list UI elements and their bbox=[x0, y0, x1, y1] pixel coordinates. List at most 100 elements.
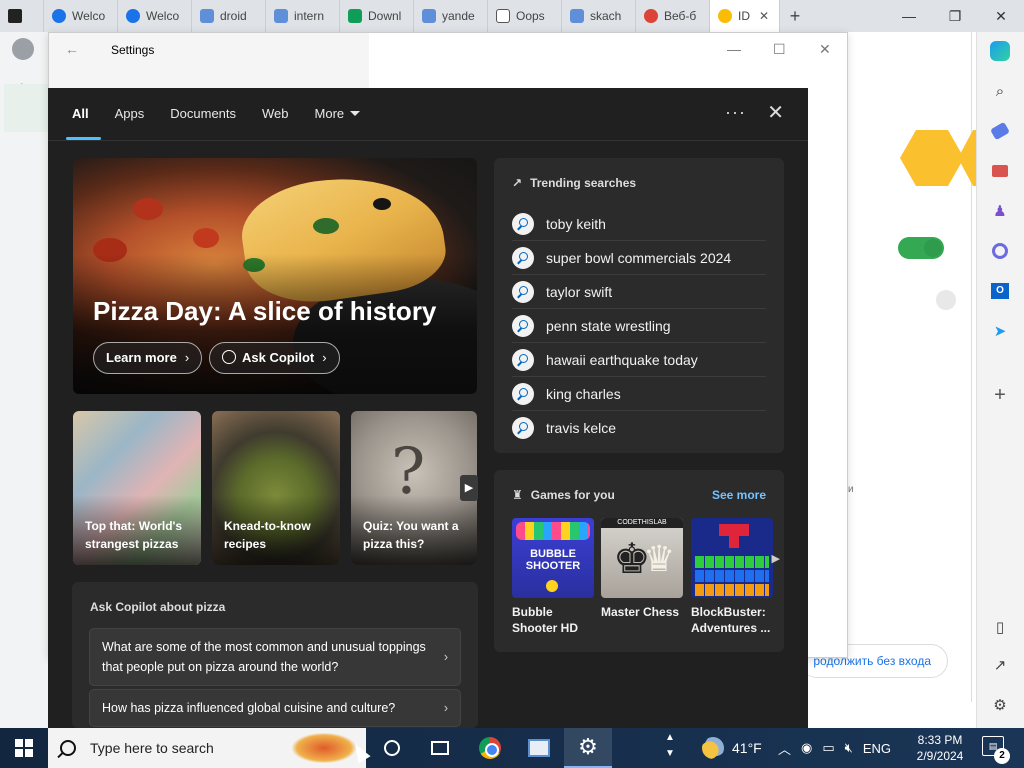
new-tab-icon[interactable]: + bbox=[780, 6, 810, 27]
tab-web[interactable]: Web bbox=[262, 88, 289, 140]
browser-tab[interactable]: yande bbox=[414, 0, 488, 32]
taskbar: Type here to search ⚙ ▲ ▼ 41°F ︿ ◉ ▭ 🔇︎ E… bbox=[0, 728, 1024, 768]
browser-tab[interactable] bbox=[0, 0, 44, 32]
tab-favicon-icon bbox=[644, 9, 658, 23]
trending-item[interactable]: hawaii earthquake today bbox=[512, 343, 766, 377]
clock[interactable]: 8:33 PM 2/9/2024 bbox=[912, 732, 968, 764]
maximize-icon[interactable]: ☐ bbox=[773, 41, 786, 58]
add-icon[interactable]: + bbox=[989, 384, 1011, 406]
learn-more-button[interactable]: Learn more › bbox=[93, 342, 203, 374]
game-tile-blockbuster[interactable] bbox=[691, 518, 773, 598]
minimize-icon[interactable]: — bbox=[727, 41, 741, 57]
trending-item[interactable]: travis kelce bbox=[512, 411, 766, 445]
chevron-right-icon: › bbox=[322, 350, 327, 365]
taskbar-search-box[interactable]: Type here to search bbox=[48, 728, 366, 768]
restore-icon[interactable]: ❐ bbox=[932, 0, 978, 32]
browser-window-controls: — ❐ ✕ bbox=[886, 0, 1024, 32]
office-icon[interactable] bbox=[989, 240, 1011, 262]
trending-item[interactable]: super bowl commercials 2024 bbox=[512, 241, 766, 275]
browser-tab[interactable]: Welco bbox=[44, 0, 118, 32]
browser-tab[interactable]: Веб-б bbox=[636, 0, 710, 32]
tab-favicon-icon bbox=[274, 9, 288, 23]
tag-icon[interactable] bbox=[989, 120, 1011, 142]
trending-item[interactable]: penn state wrestling bbox=[512, 309, 766, 343]
search-icon bbox=[512, 314, 534, 337]
browser-tab[interactable]: intern bbox=[266, 0, 340, 32]
news-taskbar-button[interactable] bbox=[515, 728, 563, 768]
settings-icon[interactable]: ⚙ bbox=[989, 694, 1011, 716]
bubble-ball-icon bbox=[546, 580, 558, 592]
sidebar-toggle-icon[interactable]: ▯ bbox=[989, 616, 1011, 638]
dot-shape bbox=[936, 290, 956, 310]
trending-item[interactable]: king charles bbox=[512, 377, 766, 411]
language-indicator[interactable]: ENG bbox=[863, 741, 891, 756]
ask-copilot-panel: Ask Copilot about pizza What are some of… bbox=[72, 582, 478, 728]
hexagon-shape bbox=[900, 130, 964, 186]
games-heading-label: Games for you bbox=[530, 488, 615, 502]
cortana-button[interactable] bbox=[368, 728, 416, 768]
start-button[interactable] bbox=[0, 728, 48, 768]
topping-shape bbox=[193, 228, 219, 248]
browser-tab[interactable]: Welco bbox=[118, 0, 192, 32]
close-icon[interactable]: ✕ bbox=[767, 100, 784, 125]
tab-apps[interactable]: Apps bbox=[115, 88, 145, 140]
game-tile-master-chess[interactable]: CODETHISLAB ♚ ♛ bbox=[601, 518, 683, 598]
gear-icon: ⚙ bbox=[578, 734, 598, 759]
trending-item[interactable]: toby keith bbox=[512, 207, 766, 241]
task-view-button[interactable] bbox=[416, 728, 464, 768]
close-window-icon[interactable]: ✕ bbox=[978, 0, 1024, 32]
news-card[interactable]: ? Quiz: You want a pizza this? bbox=[351, 411, 477, 565]
browser-tab[interactable]: Downl bbox=[340, 0, 414, 32]
divider bbox=[48, 140, 808, 141]
browser-tab[interactable]: skach bbox=[562, 0, 636, 32]
browser-tab-active[interactable]: ID ✕ bbox=[710, 0, 780, 32]
browser-tab[interactable]: droid bbox=[192, 0, 266, 32]
search-icon[interactable]: ⌕ bbox=[989, 80, 1011, 102]
tab-more[interactable]: More bbox=[315, 88, 361, 140]
next-games-arrow-icon[interactable]: ▶ bbox=[772, 552, 780, 565]
next-cards-arrow-icon[interactable]: ▶ bbox=[460, 475, 478, 501]
network-icon[interactable]: ▭ bbox=[822, 740, 834, 756]
copilot-question[interactable]: What are some of the most common and unu… bbox=[89, 628, 461, 686]
news-card[interactable]: Knead-to-know recipes bbox=[212, 411, 340, 565]
chrome-taskbar-button[interactable] bbox=[466, 728, 514, 768]
webcam-icon[interactable]: ◉ bbox=[801, 740, 812, 756]
hero-card[interactable]: Pizza Day: A slice of history Learn more… bbox=[73, 158, 477, 394]
game-tile-bubble-shooter[interactable]: BUBBLE SHOOTER bbox=[512, 518, 594, 598]
weather-widget[interactable]: 41°F bbox=[702, 728, 762, 768]
chat-icon bbox=[222, 350, 236, 364]
copilot-question[interactable]: How has pizza influenced global cuisine … bbox=[89, 689, 461, 727]
tab-all[interactable]: All bbox=[66, 88, 100, 140]
see-more-link[interactable]: See more bbox=[712, 488, 766, 502]
volume-muted-icon[interactable]: 🔇︎ bbox=[845, 740, 853, 756]
send-icon[interactable]: ➤ bbox=[989, 320, 1011, 342]
chevron-right-icon: › bbox=[443, 650, 448, 664]
taskbar-scroll-icon[interactable]: ▲ ▼ bbox=[662, 730, 678, 762]
tab-close-icon[interactable]: ✕ bbox=[759, 9, 769, 23]
back-arrow-icon[interactable]: ← bbox=[65, 41, 79, 57]
close-icon[interactable]: ✕ bbox=[819, 41, 831, 58]
settings-taskbar-button[interactable]: ⚙ bbox=[564, 728, 612, 768]
hero-title: Pizza Day: A slice of history bbox=[93, 296, 437, 326]
profile-avatar-icon[interactable] bbox=[12, 38, 34, 60]
tab-documents[interactable]: Documents bbox=[170, 88, 236, 140]
games-icon[interactable]: ♟ bbox=[989, 200, 1011, 222]
copilot-heading: Ask Copilot about pizza bbox=[90, 600, 226, 614]
chess-queen-icon: ♛ bbox=[643, 538, 676, 579]
external-link-icon[interactable]: ↗ bbox=[989, 654, 1011, 676]
show-hidden-icons-icon[interactable]: ︿ bbox=[778, 739, 791, 758]
card-title: Knead-to-know recipes bbox=[224, 519, 311, 551]
search-icon bbox=[512, 417, 534, 439]
ellipsis-icon[interactable]: ··· bbox=[725, 102, 746, 123]
trending-item[interactable]: taylor swift bbox=[512, 275, 766, 309]
minimize-icon[interactable]: — bbox=[886, 0, 932, 32]
chrome-icon bbox=[479, 737, 501, 759]
trending-arrow-icon: ↗ bbox=[512, 176, 523, 190]
browser-tab[interactable]: Oops bbox=[488, 0, 562, 32]
copilot-icon[interactable] bbox=[989, 40, 1011, 62]
news-card[interactable]: Top that: World's strangest pizzas bbox=[73, 411, 201, 565]
toolbox-icon[interactable] bbox=[989, 160, 1011, 182]
ask-copilot-button[interactable]: Ask Copilot › bbox=[209, 342, 340, 374]
toggle-shape bbox=[898, 237, 944, 259]
outlook-icon[interactable]: O bbox=[989, 280, 1011, 302]
